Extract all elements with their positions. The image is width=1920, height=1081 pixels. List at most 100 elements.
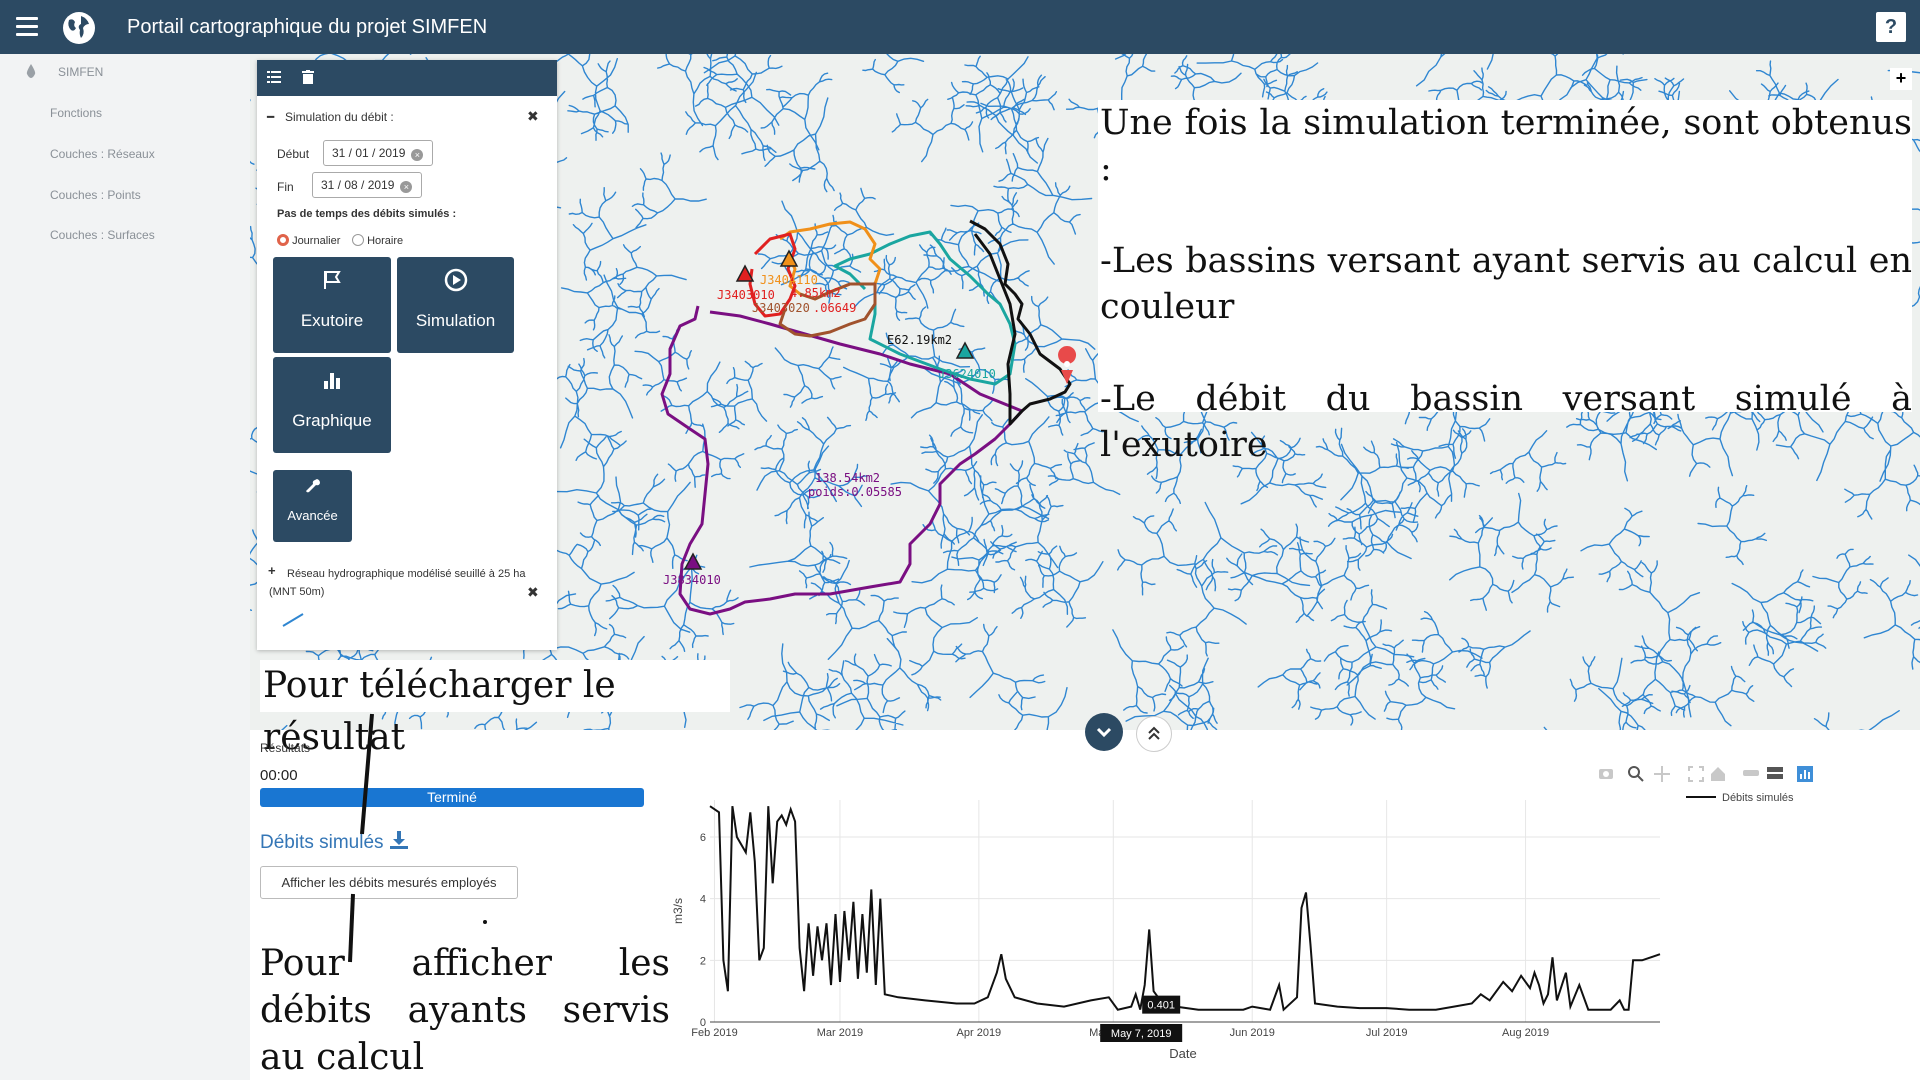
radio-journalier-label: Journalier [292, 235, 341, 247]
annotation-display: Pour afficher les débits ayants servis a… [260, 940, 670, 1081]
map-label-station_2: J3404110 [760, 273, 818, 287]
download-icon[interactable] [389, 830, 409, 850]
clear-icon[interactable]: × [400, 181, 413, 193]
chart-legend[interactable]: Débits simulés [1686, 792, 1794, 804]
bar-chart-icon [324, 373, 340, 389]
radio-off-icon[interactable] [352, 234, 364, 246]
plotly-logo-icon[interactable] [1797, 766, 1813, 782]
clear-icon[interactable]: × [411, 149, 424, 161]
double-chevron-up-icon [1148, 726, 1160, 740]
x-tick-label: Aug 2019 [1502, 1027, 1549, 1039]
y-tick-label: 6 [700, 832, 706, 844]
map-label-station_3: J3403020 [752, 301, 810, 315]
y-tick-label: 0 [700, 1017, 706, 1029]
map-label-area_2: E62.19km2 [887, 333, 952, 347]
x-tick-label: Mar 2019 [817, 1027, 863, 1039]
dot-mark [483, 920, 487, 924]
x-tick-label: Feb 2019 [691, 1027, 737, 1039]
sidebar-item-points[interactable]: Couches : Points [50, 188, 141, 202]
panel-header [257, 60, 557, 96]
sidebar-app-label[interactable]: SIMFEN [58, 65, 103, 79]
legend-line [1686, 796, 1716, 798]
expand-results-button[interactable] [1136, 716, 1172, 752]
graphique-button[interactable]: Graphique [273, 357, 391, 453]
help-button[interactable]: ? [1876, 12, 1906, 42]
spike-lines-icon[interactable] [1742, 766, 1760, 780]
simulation-label: Simulation [415, 311, 496, 330]
map-label-weight_1: .06649 [813, 301, 856, 315]
fin-date-value: 31 / 08 / 2019 [321, 178, 395, 192]
menu-icon[interactable] [16, 17, 38, 37]
radio-on-icon[interactable] [277, 234, 289, 246]
map-label-area_3: 138.54km2 [815, 471, 880, 485]
annotation-right: Une fois la simulation terminée, sont ob… [1098, 100, 1912, 465]
station-triangle-icon[interactable] [683, 552, 703, 570]
x-tick-label: Jun 2019 [1230, 1027, 1275, 1039]
play-circle-icon [444, 268, 468, 292]
exutoire-button[interactable]: Exutoire [273, 257, 391, 353]
radio-horaire-label: Horaire [367, 235, 404, 247]
camera-icon[interactable] [1598, 766, 1614, 780]
map-label-weight_3: poids:0.05585 [808, 485, 902, 499]
annotation-line-1: Une fois la simulation terminée, sont ob… [1100, 103, 1912, 189]
exutoire-label: Exutoire [300, 311, 364, 330]
fin-date-input[interactable]: 31 / 08 / 2019 × [312, 172, 422, 198]
timer: 00:00 [260, 767, 298, 784]
radio-horaire[interactable]: Horaire [352, 234, 403, 247]
sidebar-item-surfaces[interactable]: Couches : Surfaces [50, 228, 155, 242]
annotation-download: Pour télécharger le résultat [260, 660, 730, 758]
hover-date: May 7, 2019 [1111, 1028, 1172, 1040]
results-label: Résultats [260, 741, 311, 755]
fin-label: Fin [277, 180, 294, 194]
show-measured-button[interactable]: Afficher les débits mesurés employés [260, 866, 518, 899]
graphique-label: Graphique [292, 411, 372, 430]
top-bar: Portail cartographique du projet SIMFEN … [0, 0, 1920, 54]
collapse-results-button[interactable] [1085, 713, 1123, 751]
progress-bar: Terminé [260, 788, 644, 807]
list-icon[interactable] [267, 70, 281, 84]
radio-journalier[interactable]: Journalier [277, 234, 340, 247]
trash-icon[interactable] [302, 70, 314, 84]
avancee-button[interactable]: Avancée [273, 470, 352, 542]
debut-date-value: 31 / 01 / 2019 [332, 146, 406, 160]
map-label-station_1: J3403010 [717, 288, 775, 302]
map-label-station_5: J3834010 [663, 573, 721, 587]
close-icon[interactable]: ✖ [527, 108, 539, 125]
annotation-line-2: -Les bassins versant ayant servis au cal… [1100, 241, 1912, 327]
x-tick-label: Apr 2019 [957, 1027, 1002, 1039]
debits-simules-link[interactable]: Débits simulés [260, 830, 409, 854]
flag-icon [324, 271, 341, 289]
annotation-line-3: -Le débit du bassin versant simulé à l'e… [1100, 379, 1912, 465]
page-title: Portail cartographique du projet SIMFEN [127, 16, 488, 38]
close-icon[interactable]: ✖ [527, 584, 539, 601]
home-icon[interactable] [1710, 766, 1726, 782]
side-menu: SIMFEN Fonctions Couches : Réseaux Couch… [0, 54, 250, 1080]
discharge-chart[interactable]: Feb 2019Mar 2019Apr 2019May 2019Jun 2019… [660, 780, 1680, 1080]
sidebar-item-fonctions[interactable]: Fonctions [50, 106, 102, 120]
chevron-down-icon [1096, 727, 1112, 738]
debut-date-input[interactable]: 31 / 01 / 2019 × [323, 140, 433, 166]
compare-hover-icon[interactable] [1766, 766, 1784, 780]
zoom-in-button[interactable]: + [1890, 68, 1912, 90]
autoscale-icon[interactable] [1688, 766, 1704, 782]
x-axis-label: Date [1169, 1046, 1196, 1061]
globe-icon [63, 12, 95, 44]
sidebar-item-reseaux[interactable]: Couches : Réseaux [50, 147, 155, 161]
pointer-line-download [360, 713, 374, 835]
collapse-icon: ━ [267, 110, 275, 124]
wrench-icon [306, 479, 320, 493]
x-tick-label: Jul 2019 [1366, 1027, 1408, 1039]
y-tick-label: 2 [700, 955, 706, 967]
simulation-panel: ━ Simulation du débit : ✖ Début 31 / 01 … [257, 60, 557, 650]
line-legend-icon [282, 613, 304, 627]
section-title: Simulation du débit : [285, 110, 394, 124]
basin-black[interactable] [969, 219, 1072, 426]
map-labels: J3403010J34041104.85km2J3403020.06649 E62… [663, 273, 996, 587]
map-label-area_1: 4.85km2 [790, 286, 841, 300]
hover-value: 0.401 [1147, 1000, 1175, 1012]
station-triangle-icon[interactable] [955, 341, 975, 359]
avancee-label: Avancée [287, 508, 338, 523]
simulation-button[interactable]: Simulation [397, 257, 514, 353]
map-label-station_4: J3624010 [938, 367, 996, 381]
y-tick-label: 4 [700, 894, 706, 906]
